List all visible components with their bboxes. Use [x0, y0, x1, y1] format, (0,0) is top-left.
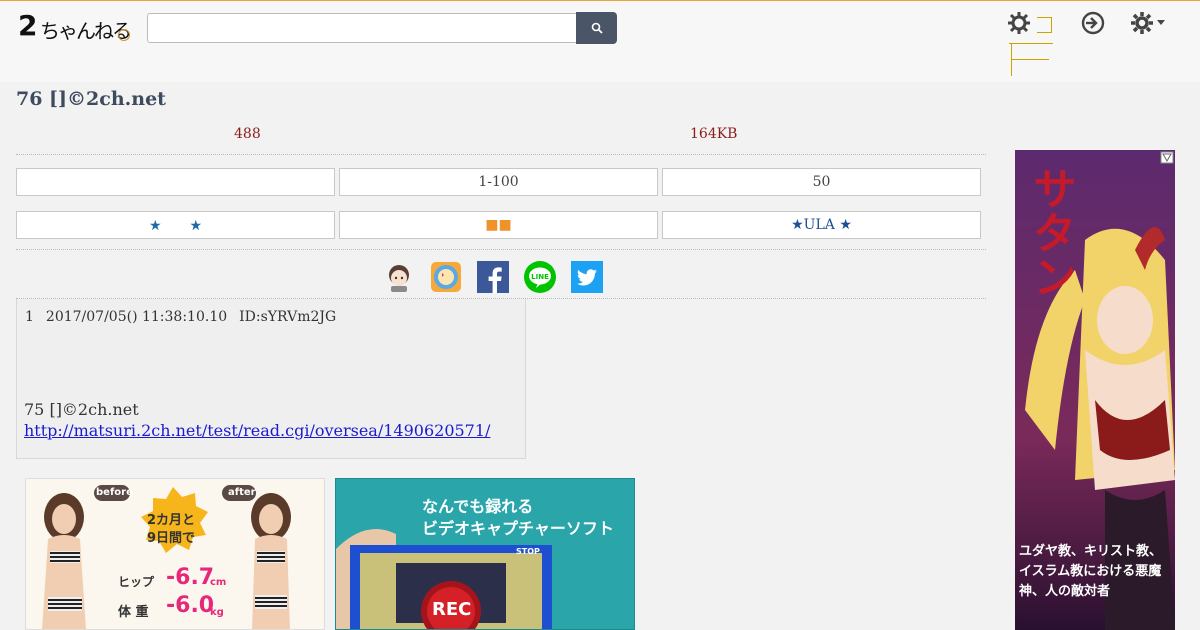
ad-capture-stop: STOP — [516, 547, 540, 556]
ad-hip-value: -6.7 — [166, 565, 215, 590]
search-input[interactable] — [147, 13, 577, 43]
ad-satan-text3: 神、人の敵対者 — [1019, 584, 1111, 599]
post-body: 75 []©2ch.net http://matsuri.2ch.net/tes… — [24, 399, 490, 441]
site-logo[interactable]: 2 ちゃんねる — [18, 9, 138, 43]
post-link[interactable]: http://matsuri.2ch.net/test/read.cgi/ove… — [24, 420, 490, 441]
ad-hip-unit: cm — [210, 577, 227, 588]
ad-hip-label: ヒップ — [118, 575, 155, 589]
ad-capture-rec: REC — [432, 599, 472, 620]
ad-satan-title: サタン — [1025, 166, 1076, 298]
post-header: 1 2017/07/05() 11:38:10.10 ID:sYRVm2JG — [25, 309, 348, 325]
thread-size: 164KB — [690, 126, 738, 142]
ad-badge-line2: 9日間で — [147, 531, 196, 546]
all-posts-button[interactable] — [16, 168, 335, 196]
svg-text:LINE: LINE — [531, 273, 549, 281]
menu-line — [1011, 59, 1049, 60]
ad-weight-label: 体 重 — [118, 605, 149, 620]
logo-text: ちゃんねる — [40, 19, 132, 43]
news-share-icon[interactable] — [430, 261, 462, 293]
logo-ball-icon — [118, 29, 130, 41]
login-icon[interactable] — [1081, 11, 1105, 35]
ad-before-label: before — [96, 487, 133, 498]
square-link-button[interactable]: ■■ — [339, 211, 658, 239]
thread-meta: 488 164KB — [16, 124, 986, 155]
menu-line — [1009, 43, 1053, 76]
latest-50-button[interactable]: 50 — [662, 168, 981, 196]
search-button[interactable] — [576, 12, 617, 44]
gear-icon — [1008, 12, 1030, 34]
ad-after-label: after — [228, 487, 256, 498]
post-date: 2017/07/05() 11:38:10.10 — [45, 309, 228, 325]
ad-weight-unit: kg — [210, 607, 224, 618]
search-icon — [591, 22, 603, 34]
ad-capture-line1: なんでも録れる — [422, 497, 534, 516]
ad-capture-line2: ビデオキャプチャーソフト — [422, 519, 614, 538]
avatar-share-icon[interactable] — [383, 261, 415, 293]
ula-link-button[interactable]: ★ULA ★ — [662, 211, 981, 239]
menu-button[interactable] — [1007, 11, 1057, 77]
thread-title: 76 []©2ch.net — [16, 88, 166, 110]
ad-banner-capture[interactable]: なんでも録れる ビデオキャプチャーソフト STOP REC — [335, 478, 635, 630]
reply-count: 488 — [234, 126, 261, 142]
top-bar: 2 ちゃんねる — [0, 0, 1200, 82]
line-icon[interactable]: LINE — [524, 261, 556, 293]
menu-label-box — [1037, 17, 1052, 33]
settings-icon[interactable] — [1131, 11, 1167, 35]
post-1: 1 2017/07/05() 11:38:10.10 ID:sYRVm2JG 75 … — [16, 299, 526, 459]
divider — [16, 249, 986, 250]
post-body-line: 75 []©2ch.net — [24, 400, 139, 419]
post-number: 1 — [25, 309, 34, 325]
star-link-button[interactable]: ★ ★ — [16, 211, 335, 239]
ad-banner-satan[interactable]: サタン ユダヤ教、キリスト教、 イスラム教における悪魔 神、人の敵対者 — [1015, 150, 1175, 630]
posts-1-100-button[interactable]: 1-100 — [339, 168, 658, 196]
ad-banner-diet[interactable]: before after 2カ月と 9日間で ヒップ -6.7 cm 体 重 -… — [25, 478, 325, 630]
ad-satan-text1: ユダヤ教、キリスト教、 — [1019, 544, 1163, 559]
ad-satan-text2: イスラム教における悪魔 — [1019, 564, 1162, 579]
ad-badge-line1: 2カ月と — [147, 513, 196, 528]
facebook-icon[interactable] — [477, 261, 509, 293]
twitter-icon[interactable] — [571, 261, 603, 293]
ad-weight-value: -6.0 — [166, 593, 215, 618]
post-id[interactable]: ID:sYRVm2JG — [239, 309, 336, 325]
logo-number: 2 — [18, 9, 38, 42]
